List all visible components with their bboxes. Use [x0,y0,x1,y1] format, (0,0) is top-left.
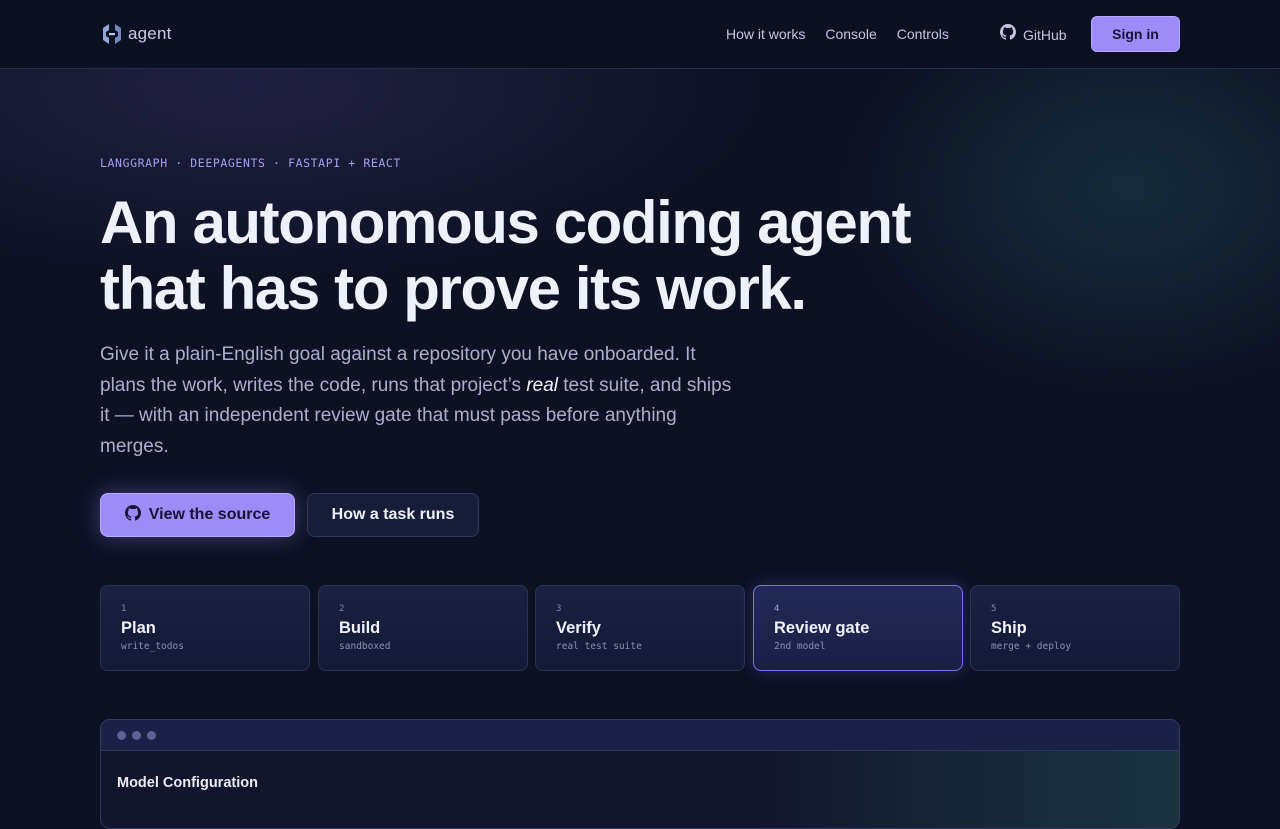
step-number: 4 [774,604,780,614]
step-subtitle: 2nd model [774,641,826,652]
hero-title-line-1: An autonomous coding agent [100,189,912,256]
step-subtitle: real test suite [556,641,642,652]
step-card-build[interactable]: 2 Build sandboxed [318,585,528,671]
model-configuration-title: Model Configuration [117,775,258,791]
logo[interactable]: agent [100,21,172,47]
window-dot-icon [117,730,126,740]
step-subtitle: sandboxed [339,641,391,652]
step-number: 1 [121,604,127,614]
hero-title-line-2: that has to prove its work. [100,255,807,322]
window-dot-icon [147,730,156,740]
nav-console[interactable]: Console [825,24,876,44]
view-source-label: View the source [148,506,271,523]
step-name: Review gate [774,619,870,637]
github-link[interactable]: GitHub [1000,24,1067,45]
step-number: 3 [556,604,562,614]
sign-in-button[interactable]: Sign in [1091,16,1180,52]
window-dot-icon [132,730,141,740]
step-card-verify[interactable]: 3 Verify real test suite [535,585,745,671]
nav-how-it-works[interactable]: How it works [726,24,805,44]
step-card-plan[interactable]: 1 Plan write_todos [100,585,310,671]
view-source-button[interactable]: View the source [100,493,295,537]
github-label: GitHub [1023,26,1067,43]
hero-description: Give it a plain-English goal against a r… [100,340,740,462]
github-icon [124,504,149,526]
console-preview-window: Model Configuration [100,719,1180,829]
hero-eyebrow: LANGGRAPH · DEEPAGENTS · FASTAPI + REACT [100,156,401,170]
logo-text: agent [128,24,172,43]
step-name: Ship [991,619,1027,637]
how-task-runs-button[interactable]: How a task runs [307,493,479,537]
step-name: Build [339,619,381,637]
github-icon [1000,24,1023,45]
top-header: agent How it works Console Controls GitH… [0,0,1280,69]
step-card-ship[interactable]: 5 Ship merge + deploy [970,585,1180,671]
pipeline-steps: 1 Plan write_todos 2 Build sandboxed 3 V… [100,585,1180,671]
step-card-review-gate[interactable]: 4 Review gate 2nd model [753,585,963,671]
logo-icon [100,22,124,46]
hero-title: An autonomous coding agent that has to p… [100,190,1000,322]
step-name: Verify [556,619,601,637]
hero-description-emphasis: real [526,374,558,396]
main-nav: How it works Console Controls [726,24,969,44]
window-body: Model Configuration [101,751,1179,828]
step-name: Plan [121,619,156,637]
step-number: 2 [339,604,345,614]
step-subtitle: write_todos [121,641,184,652]
step-subtitle: merge + deploy [991,641,1072,652]
step-number: 5 [991,604,997,614]
nav-controls[interactable]: Controls [897,24,949,44]
window-title-bar [101,720,1179,751]
